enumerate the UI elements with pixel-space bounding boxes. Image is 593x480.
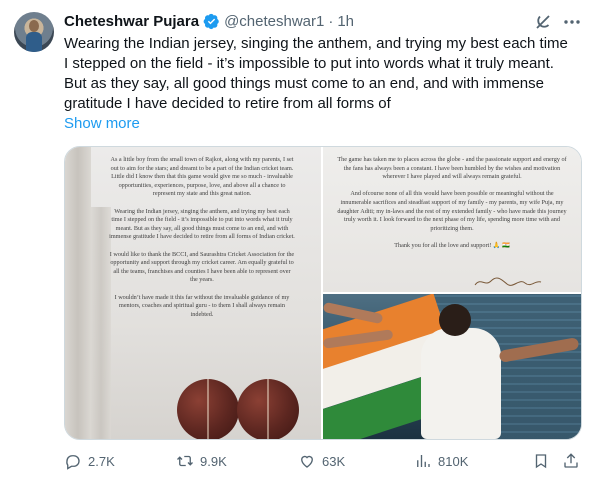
letter-text-page-2: The game has taken me to places across t… bbox=[337, 156, 567, 249]
signature-graphic bbox=[474, 277, 542, 286]
tweet-header: Cheteshwar Pujara @cheteshwar1 · 1h bbox=[64, 11, 354, 31]
repost-count: 9.9K bbox=[200, 453, 227, 469]
grok-icon[interactable] bbox=[533, 12, 553, 32]
stump-graphic bbox=[91, 207, 111, 439]
letter-text-page-1: As a little boy from the small town of R… bbox=[109, 156, 295, 318]
author-avatar[interactable] bbox=[14, 12, 54, 52]
cricket-ball-graphic bbox=[177, 379, 239, 439]
reply-icon bbox=[66, 455, 80, 470]
like-count: 63K bbox=[322, 453, 346, 469]
author-handle[interactable]: @cheteshwar1 bbox=[224, 13, 324, 30]
verified-badge-icon bbox=[203, 13, 220, 30]
letter-image-page-1[interactable]: As a little boy from the small town of R… bbox=[65, 147, 321, 439]
tweet-text: Wearing the Indian jersey, singing the a… bbox=[64, 35, 568, 112]
repost-icon bbox=[177, 455, 193, 467]
share-button[interactable] bbox=[562, 450, 580, 472]
avatar-head bbox=[29, 20, 39, 32]
avatar-body bbox=[26, 32, 42, 52]
like-icon bbox=[301, 455, 313, 468]
repost-button[interactable]: 9.9K bbox=[176, 450, 227, 472]
author-name[interactable]: Cheteshwar Pujara bbox=[64, 13, 199, 30]
header-separator: · bbox=[328, 12, 334, 30]
player-head bbox=[439, 304, 471, 336]
farewell-photo[interactable] bbox=[323, 294, 581, 439]
tweet-media-grid: As a little boy from the small town of R… bbox=[64, 146, 582, 440]
bookmark-button[interactable] bbox=[532, 450, 550, 472]
show-more-link[interactable]: Show more bbox=[64, 114, 140, 134]
reply-button[interactable]: 2.7K bbox=[64, 450, 115, 472]
cricket-ball-graphic bbox=[237, 379, 299, 439]
player-figure bbox=[421, 328, 501, 439]
letter-image-page-2[interactable]: The game has taken me to places across t… bbox=[323, 147, 581, 292]
more-icon[interactable] bbox=[562, 12, 582, 32]
like-button[interactable]: 63K bbox=[298, 450, 345, 472]
share-icon bbox=[564, 453, 578, 468]
tweet-timestamp[interactable]: 1h bbox=[337, 13, 354, 30]
views-icon bbox=[417, 455, 430, 467]
views-count: 810K bbox=[438, 453, 469, 469]
tweet-action-bar: 2.7K 9.9K 63K 810K bbox=[64, 450, 582, 472]
stump-graphic bbox=[65, 147, 91, 439]
reply-count: 2.7K bbox=[88, 453, 115, 469]
views-button[interactable]: 810K bbox=[414, 450, 468, 472]
bookmark-icon bbox=[535, 454, 547, 469]
